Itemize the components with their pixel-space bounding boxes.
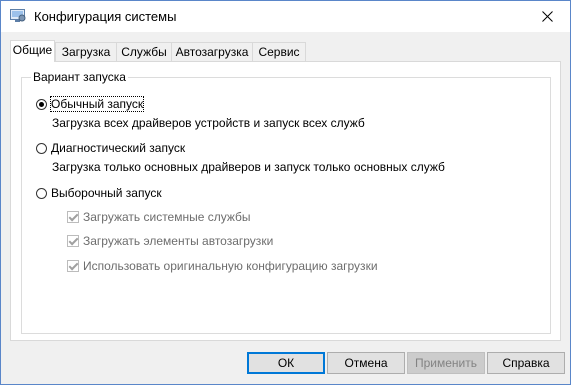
general-tab-panel: Вариант запуска Обычный запуск Загрузка …	[10, 61, 561, 341]
tab-label: Автозагрузка	[175, 45, 249, 59]
tab-label: Службы	[121, 45, 167, 59]
radio-normal-startup[interactable]: Обычный запуск	[36, 96, 145, 112]
tab-general[interactable]: Общие	[10, 40, 55, 62]
title-bar[interactable]: Конфигурация системы	[1, 1, 570, 32]
radio-label: Выборочный запуск	[51, 186, 162, 200]
tab-services[interactable]: Службы	[116, 42, 172, 61]
close-button[interactable]	[524, 1, 570, 32]
diagnostic-startup-description: Загрузка только основных драйверов и зап…	[52, 160, 445, 174]
tab-boot[interactable]: Загрузка	[55, 42, 117, 61]
apply-button[interactable]: Применить	[407, 352, 485, 374]
checkbox-label: Загружать элементы автозагрузки	[83, 234, 274, 248]
radio-button[interactable]	[36, 98, 47, 110]
close-icon	[541, 11, 553, 22]
ok-button[interactable]: ОК	[247, 352, 325, 374]
radio-diagnostic-startup[interactable]: Диагностический запуск	[36, 141, 185, 155]
checkbox-load-startup-items[interactable]: Загружать элементы автозагрузки	[67, 234, 273, 248]
tab-label: Сервис	[258, 45, 300, 59]
normal-startup-description: Загрузка всех драйверов устройств и запу…	[52, 116, 365, 130]
startup-selection-group: Вариант запуска Обычный запуск Загрузка …	[21, 70, 551, 334]
radio-label: Диагностический запуск	[51, 141, 186, 155]
window-title: Конфигурация системы	[34, 9, 177, 24]
radio-label: Обычный запуск	[49, 96, 145, 112]
tab-tools[interactable]: Сервис	[252, 42, 306, 61]
checkbox-label: Использовать оригинальную конфигурацию з…	[83, 259, 378, 273]
checkbox-load-system-services[interactable]: Загружать системные службы	[67, 210, 251, 224]
tab-label: Общие	[12, 43, 53, 57]
tab-startup[interactable]: Автозагрузка	[171, 42, 253, 61]
radio-button[interactable]	[36, 187, 47, 199]
checkbox-use-original-boot-config[interactable]: Использовать оригинальную конфигурацию з…	[67, 259, 378, 273]
checkbox[interactable]	[67, 211, 79, 223]
cancel-button[interactable]: Отмена	[327, 352, 405, 374]
checkbox-label: Загружать системные службы	[83, 210, 251, 224]
msconfig-app-icon	[10, 9, 26, 23]
tab-label: Загрузка	[61, 45, 111, 59]
help-button[interactable]: Справка	[487, 352, 565, 374]
checkbox[interactable]	[67, 235, 79, 247]
system-configuration-window: Конфигурация системы Общие Загрузка Служ…	[0, 0, 571, 385]
radio-button[interactable]	[36, 142, 47, 154]
group-legend: Вариант запуска	[31, 70, 128, 84]
checkbox[interactable]	[67, 260, 79, 272]
radio-selective-startup[interactable]: Выборочный запуск	[36, 186, 162, 200]
